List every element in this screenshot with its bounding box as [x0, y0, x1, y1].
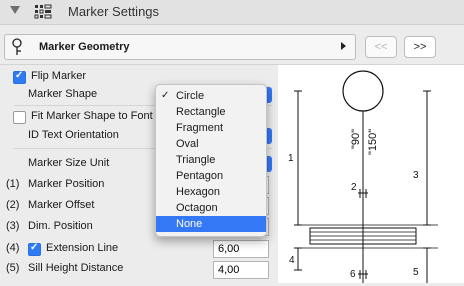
menu-item-fragment[interactable]: Fragment: [156, 120, 266, 136]
marker-offset-number: (2): [6, 199, 20, 211]
dim-6-text: 6: [350, 269, 356, 280]
menu-item-oval[interactable]: Oval: [156, 136, 266, 152]
menu-item-circle[interactable]: ✓ Circle: [156, 88, 266, 104]
collapse-triangle-icon[interactable]: [10, 6, 20, 14]
checkmark-icon: ✓: [161, 90, 170, 101]
marker-settings-icon: [34, 4, 52, 19]
menu-item-rectangle[interactable]: Rectangle: [156, 104, 266, 120]
marker-preview: 1 3 "90" "150" 2 4 5 6: [278, 65, 464, 283]
pin-icon: [12, 38, 22, 55]
fit-marker-checkbox[interactable]: [13, 111, 26, 124]
menu-item-hexagon[interactable]: Hexagon: [156, 184, 266, 200]
marker-shape-dropdown: ✓ Circle Rectangle Fragment Oval Triangl…: [155, 84, 267, 237]
dim-position-number: (3): [6, 220, 20, 232]
flip-marker-label: Flip Marker: [31, 70, 87, 82]
flip-marker-checkbox[interactable]: [13, 70, 26, 84]
dim-1-text: 1: [288, 153, 294, 164]
next-page-button[interactable]: >>: [404, 36, 436, 58]
sill-height-label: Sill Height Distance: [28, 262, 124, 274]
sill-height-number: (5): [6, 262, 20, 274]
dim-4-text: 4: [289, 255, 295, 266]
menu-item-pentagon[interactable]: Pentagon: [156, 168, 266, 184]
marker-offset-label: Marker Offset: [28, 199, 95, 211]
label-150: "150": [367, 129, 379, 155]
marker-geometry-label: Marker Geometry: [39, 41, 130, 53]
previous-page-button[interactable]: <<: [365, 36, 397, 58]
dim-2-text: 2: [351, 182, 357, 193]
fit-marker-label: Fit Marker Shape to Font: [31, 110, 153, 122]
menu-item-triangle[interactable]: Triangle: [156, 152, 266, 168]
marker-position-number: (1): [6, 178, 20, 190]
extension-line-label: Extension Line: [46, 242, 119, 254]
dim-3-text: 3: [413, 170, 419, 181]
extension-line-field[interactable]: [213, 240, 269, 258]
panel-header[interactable]: Marker Settings: [0, 0, 464, 25]
panel-title: Marker Settings: [68, 4, 160, 19]
label-90: "90": [350, 129, 362, 149]
dim-position-label: Dim. Position: [28, 220, 93, 232]
id-text-orientation-label: ID Text Orientation: [28, 129, 119, 141]
marker-circle: [342, 70, 384, 112]
dim-5-text: 5: [413, 267, 419, 278]
extension-line-checkbox[interactable]: [28, 242, 41, 256]
marker-size-unit-label: Marker Size Unit: [28, 157, 110, 169]
marker-shape-label: Marker Shape: [28, 88, 98, 100]
menu-item-none[interactable]: None: [156, 216, 266, 232]
marker-preview-drawing: 1 3 "90" "150" 2 4 5 6: [288, 70, 438, 283]
extension-line-number: (4): [6, 242, 20, 254]
marker-position-label: Marker Position: [28, 178, 105, 190]
sill-height-field[interactable]: [213, 261, 269, 279]
play-arrow-icon: [341, 42, 346, 50]
menu-item-octagon[interactable]: Octagon: [156, 200, 266, 216]
marker-geometry-selector[interactable]: Marker Geometry: [4, 34, 356, 60]
